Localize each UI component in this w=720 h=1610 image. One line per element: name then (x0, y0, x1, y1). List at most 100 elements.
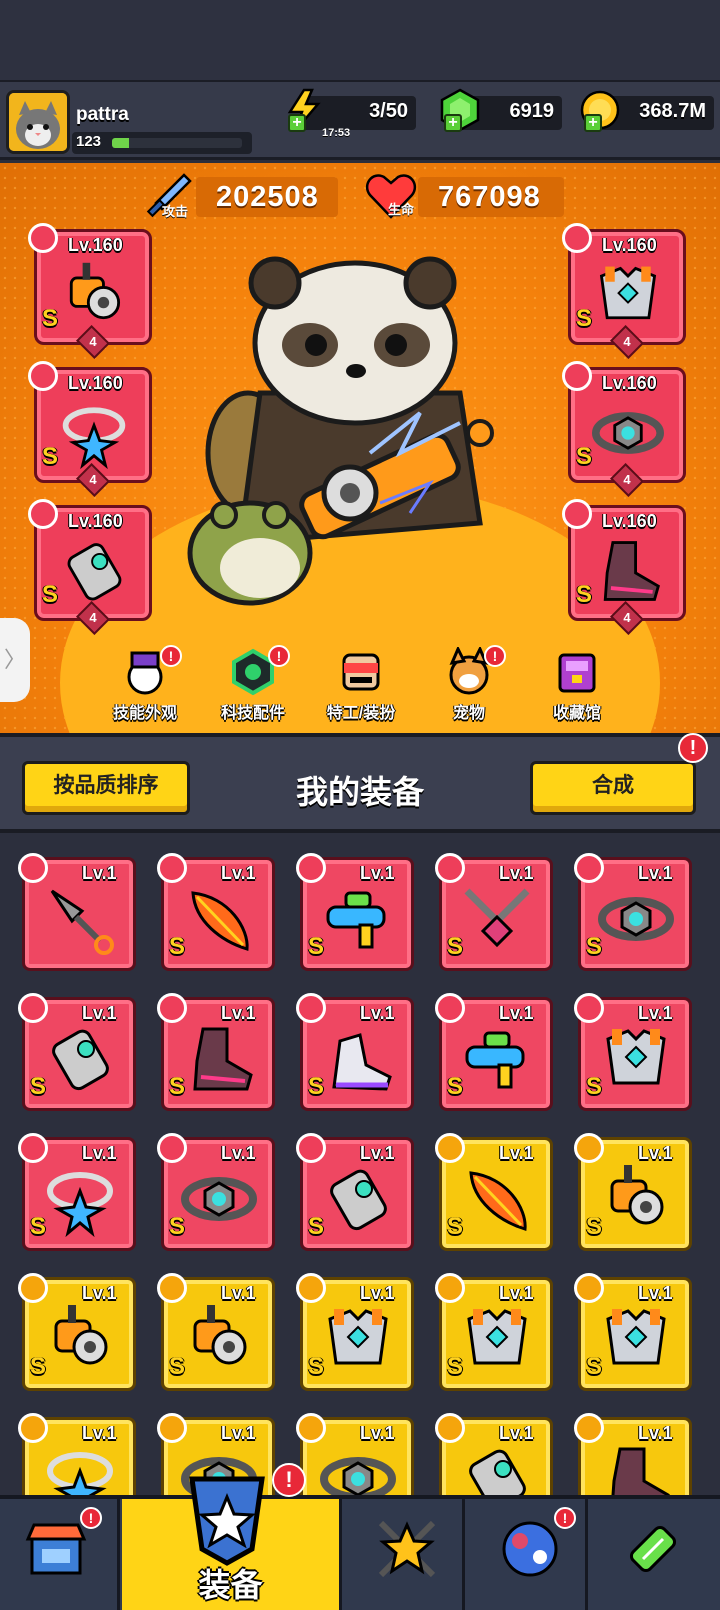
equipped-slot-belt[interactable]: Lv.160 S 4 (562, 361, 686, 497)
grade-badge: S (169, 933, 186, 960)
add-gems-button[interactable]: + (444, 114, 462, 132)
menu-label: 特工/装扮 (326, 705, 396, 722)
inventory-item[interactable]: Lv.1 (18, 853, 136, 971)
grade-badge: S (308, 1213, 325, 1240)
inventory-item[interactable]: Lv.1 S (157, 993, 275, 1111)
gloves-type-icon (28, 499, 58, 529)
grade-badge: S (447, 933, 464, 960)
inventory-item[interactable]: Lv.1 (296, 1413, 414, 1495)
nav-equipment[interactable]: ! 装备 (122, 1463, 342, 1610)
grade-badge: S (42, 581, 59, 608)
gem-counter[interactable]: + 6919 (440, 88, 562, 132)
belt-icon (320, 1457, 396, 1495)
inventory-item[interactable]: Lv.1 S (574, 993, 692, 1111)
nav-battle[interactable] (345, 1499, 465, 1610)
inventory-grid: Lv.1 Lv.1 S Lv.1 S Lv.1 S Lv.1 S Lv.1 S Lv.1 S Lv.1 S L… (0, 833, 720, 1495)
gauntlet-icon (52, 1029, 109, 1091)
sort-by-quality-button[interactable]: 按品质排序 (22, 761, 190, 815)
inventory-item[interactable]: Lv.1 (435, 1413, 553, 1495)
inventory-item[interactable]: Lv.1 S (18, 1273, 136, 1391)
nav-label: 装备 (198, 1567, 263, 1603)
belt-icon (181, 1177, 257, 1221)
item-type-icon (157, 1273, 187, 1303)
inventory-item[interactable]: Lv.1 S (157, 1273, 275, 1391)
equipped-slot-necklace[interactable]: Lv.160 S 4 (28, 361, 152, 497)
player-level: 123 (76, 133, 102, 150)
grade-badge: S (586, 1073, 603, 1100)
gold-value: 368.7M (639, 100, 706, 122)
equipped-slot-boots[interactable]: Lv.160 S 4 (562, 499, 686, 635)
armor-icon (599, 266, 657, 320)
inventory-item[interactable]: Lv.1 S (296, 1133, 414, 1251)
inventory-item[interactable]: Lv.1 (18, 1413, 136, 1495)
cannon-weapon-icon (54, 1305, 108, 1365)
armor-icon (606, 1029, 666, 1085)
menu-label: 收藏馆 (552, 705, 601, 722)
add-gold-button[interactable]: + (584, 114, 602, 132)
equipped-slot-gloves[interactable]: Lv.160 S 4 (28, 499, 152, 635)
inventory-item[interactable]: Lv.1 S (18, 1133, 136, 1251)
feather-icon (469, 1171, 527, 1231)
inventory-item[interactable]: Lv.1 S (296, 853, 414, 971)
kunai-icon (50, 889, 114, 955)
armor-icon (606, 1309, 666, 1365)
equipped-slot-weapon[interactable]: Lv.160 S 4 (28, 223, 152, 359)
menu-label: 宠物 (452, 705, 485, 722)
menu-collection[interactable]: 收藏馆 (522, 641, 632, 731)
inventory-item[interactable]: Lv.1 S (435, 853, 553, 971)
grade-badge: S (447, 1213, 464, 1240)
hp-label: 生命 (388, 202, 415, 217)
grade-badge: S (30, 1073, 47, 1100)
grade-badge: S (576, 581, 593, 608)
merge-button[interactable]: 合成 (530, 761, 696, 815)
equipped-slot-armor[interactable]: Lv.160 S 4 (562, 223, 686, 359)
item-type-icon (18, 1133, 48, 1163)
boots-icon (603, 541, 660, 601)
inventory-item[interactable]: Lv.1 (574, 1413, 692, 1495)
avatar[interactable] (6, 90, 70, 154)
inventory-item[interactable]: Lv.1 S (157, 853, 275, 971)
inventory-item[interactable]: Lv.1 S (18, 993, 136, 1111)
nav-dna[interactable] (591, 1499, 720, 1610)
menu-skill-skin[interactable]: ! 技能外观 (90, 641, 200, 731)
slot-level: Lv.160 (68, 373, 123, 393)
inventory-item[interactable]: Lv.1 S (435, 993, 553, 1111)
belt-icon (592, 412, 664, 454)
weapon-type-icon (28, 223, 58, 253)
boots-icon (611, 1447, 670, 1495)
item-type-icon (157, 993, 187, 1023)
inventory-item[interactable]: Lv.1 S (157, 1133, 275, 1251)
chain-necklace-icon (464, 888, 530, 948)
cannon-weapon-icon (193, 1305, 247, 1365)
menu-agent[interactable]: 特工/装扮 (306, 641, 416, 731)
item-type-icon (157, 853, 187, 883)
inventory-item[interactable]: Lv.1 S (435, 1273, 553, 1391)
inventory-item[interactable]: Lv.1 S (574, 1273, 692, 1391)
cannon-weapon-icon (69, 262, 121, 320)
nav-shop[interactable]: ! (0, 1499, 120, 1610)
menu-pet[interactable]: ! 宠物 (414, 641, 524, 731)
slot-level: Lv.160 (68, 235, 123, 255)
alert-badge: ! (80, 1507, 102, 1529)
hero-menu: ! 技能外观 ! 科技配件 特工/装扮 ! 宠物 收藏馆 (90, 641, 630, 731)
menu-tech-part[interactable]: ! 科技配件 (198, 641, 308, 731)
inventory-item[interactable]: Lv.1 S (574, 853, 692, 971)
inventory-item[interactable]: Lv.1 S (296, 1273, 414, 1391)
boots-type-icon (562, 499, 592, 529)
inventory-item[interactable]: Lv.1 S (296, 993, 414, 1111)
energy-counter[interactable]: + 3/50 (287, 88, 416, 132)
equipment-header: 按品质排序 我的装备 合成 ! (0, 733, 720, 833)
hp-value: 767098 (438, 181, 541, 213)
belt-type-icon (562, 361, 592, 391)
add-energy-button[interactable]: + (288, 114, 306, 132)
inventory-item[interactable]: Lv.1 S (435, 1133, 553, 1251)
inventory-item[interactable]: Lv.1 S (574, 1133, 692, 1251)
side-drawer-tab[interactable]: 〉 (0, 618, 30, 702)
star-necklace-icon (62, 407, 126, 469)
nav-planet[interactable]: ! (468, 1499, 588, 1610)
belt-icon (598, 897, 674, 941)
gold-counter[interactable]: + 368.7M (580, 90, 714, 132)
grade-badge: S (576, 443, 593, 470)
energy-value: 3/50 (369, 100, 408, 122)
grade-badge: S (169, 1213, 186, 1240)
